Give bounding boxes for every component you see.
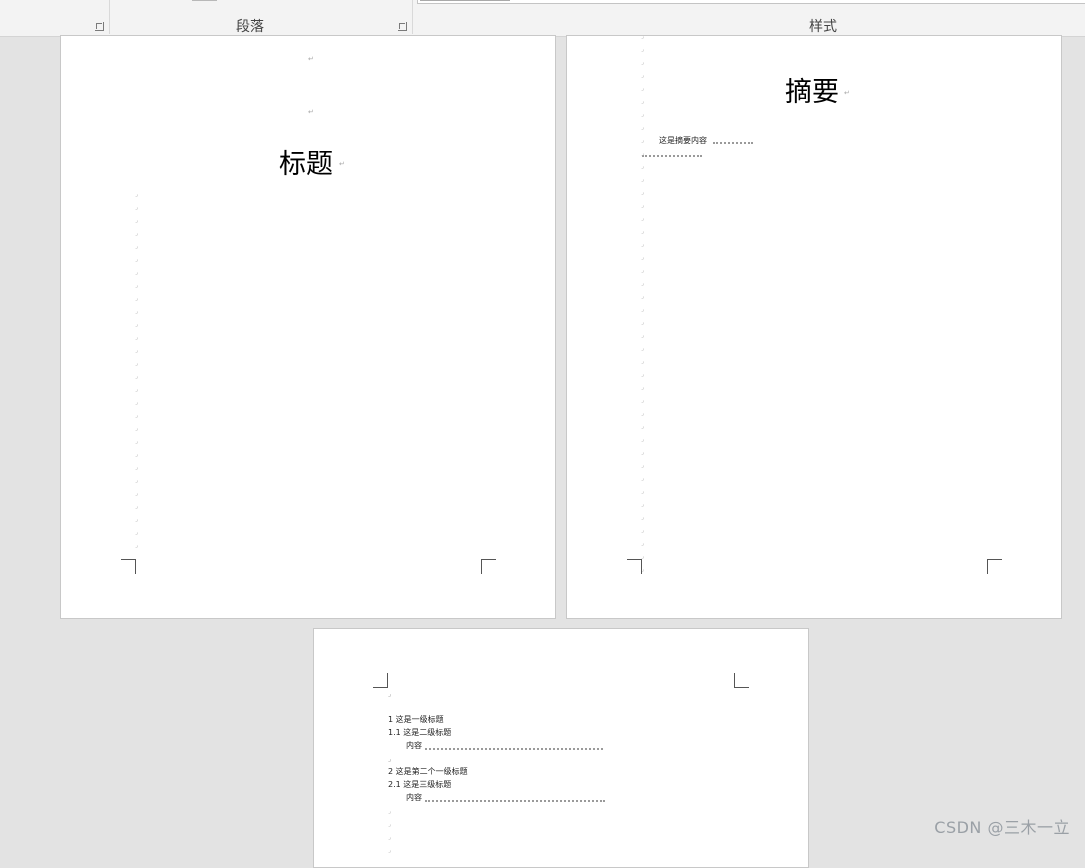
ribbon-group-styles-label: 样式 xyxy=(809,19,837,35)
dotted-line xyxy=(642,155,702,157)
paragraph-mark: ⌟ xyxy=(388,755,392,763)
ribbon: 段落 样式 xyxy=(0,0,1085,37)
crop-mark-top-right xyxy=(734,673,749,688)
watermark: CSDN @三木一立 xyxy=(934,818,1070,837)
empty-paragraph-column: ⌟ ⌟ ⌟ ⌟ ⌟ ⌟ ⌟ ⌟ ⌟ ⌟ ⌟ ⌟ ⌟ ⌟ ⌟ ⌟ ⌟ ⌟ ⌟ ⌟ ⌟ ⌟ ⌟ ⌟ ⌟ ⌟ ⌟ ⌟ ⌟ ⌟ ⌟ ⌟ ⌟ ⌟ ⌟ ⌟ ⌟ ⌟ ⌟ ⌟… xyxy=(641,35,644,573)
crop-mark-bottom-left xyxy=(121,559,136,574)
abstract-content: 这是摘要内容 xyxy=(659,136,707,145)
crop-mark-bottom-left xyxy=(627,559,642,574)
paragraph-mark: ↵ xyxy=(339,160,345,168)
paragraph-mark: ↵ xyxy=(844,89,850,97)
toc-leader-dots xyxy=(425,800,605,802)
toc-entry-level2[interactable]: 1.1 这是二级标题 xyxy=(388,729,451,737)
paragraph-dialog-launcher-icon[interactable] xyxy=(398,22,407,31)
empty-paragraph-column: ⌟ ⌟ ⌟ ⌟ ⌟ ⌟ ⌟ ⌟ ⌟ ⌟ ⌟ ⌟ ⌟ ⌟ ⌟ ⌟ ⌟ ⌟ ⌟ ⌟ ⌟ ⌟ ⌟ ⌟ ⌟ ⌟ ⌟ ⌟ xyxy=(135,191,138,549)
toc-leader-dots xyxy=(425,748,603,750)
dotted-line xyxy=(713,142,753,144)
crop-mark-bottom-right xyxy=(481,559,496,574)
abstract-title: 摘要 xyxy=(785,77,839,108)
toc-entry-level1[interactable]: 1 这是一级标题 xyxy=(388,716,444,724)
page-2[interactable]: 摘要 ↵ 这是摘要内容 ⌟ ⌟ ⌟ ⌟ ⌟ ⌟ ⌟ ⌟ ⌟ ⌟ ⌟ ⌟ ⌟ ⌟ ⌟ ⌟ ⌟ ⌟ ⌟ ⌟ ⌟ ⌟ ⌟ ⌟ ⌟ ⌟ ⌟ ⌟… xyxy=(566,35,1062,619)
crop-mark-bottom-right xyxy=(987,559,1002,574)
empty-paragraph-column: ⌟ ⌟ ⌟ ⌟ xyxy=(388,808,391,854)
page-1[interactable]: ↵ ↵ 标题 ↵ ⌟ ⌟ ⌟ ⌟ ⌟ ⌟ ⌟ ⌟ ⌟ ⌟ ⌟ ⌟ ⌟ ⌟ ⌟ ⌟ ⌟ ⌟ ⌟ ⌟ ⌟ ⌟ ⌟ ⌟ ⌟ ⌟ ⌟ ⌟ xyxy=(60,35,556,619)
toc-entry-content[interactable]: 内容 xyxy=(406,742,422,750)
paragraph-mark: ↵ xyxy=(308,108,314,116)
toc-entry-level2[interactable]: 2.1 这是三级标题 xyxy=(388,781,451,789)
crop-mark-top-left xyxy=(373,673,388,688)
toc-entry-content[interactable]: 内容 xyxy=(406,794,422,802)
page-3[interactable]: ⌟ 1 这是一级标题 1.1 这是二级标题 内容 ⌟ 2 这是第二个一级标题 2… xyxy=(313,628,809,868)
style-gallery[interactable] xyxy=(417,0,1085,4)
paragraph-mark: ⌟ xyxy=(388,690,392,698)
toc-entry-level1[interactable]: 2 这是第二个一级标题 xyxy=(388,768,468,776)
style-gallery-stub xyxy=(420,0,510,1)
ribbon-separator xyxy=(412,0,413,34)
ribbon-separator xyxy=(109,0,110,34)
paragraph-mark: ↵ xyxy=(308,55,314,63)
ribbon-stub xyxy=(192,0,217,1)
ribbon-group-paragraph-label: 段落 xyxy=(236,19,264,35)
page-title: 标题 xyxy=(279,149,333,180)
ribbon-group-launcher-icon[interactable] xyxy=(95,22,104,31)
